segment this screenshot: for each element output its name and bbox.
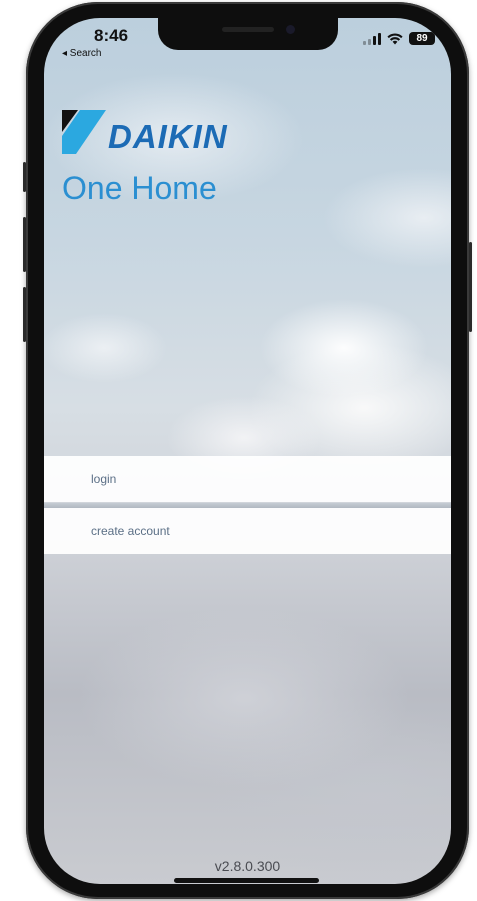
app-screen: 8:46 ◂ Search 89 DAIKIN One Home login c… xyxy=(44,18,451,884)
brand-name: DAIKIN xyxy=(108,118,228,155)
daikin-logo-mark xyxy=(62,110,106,154)
home-indicator[interactable] xyxy=(174,878,319,883)
wifi-icon xyxy=(387,32,403,44)
volume-down-button xyxy=(23,287,26,342)
login-button[interactable]: login xyxy=(44,456,451,502)
camera-notch xyxy=(158,18,338,50)
login-label: login xyxy=(91,472,117,486)
cellular-signal-icon xyxy=(363,32,381,45)
app-version: v2.8.0.300 xyxy=(214,858,281,874)
front-camera xyxy=(286,25,295,34)
battery-icon: 89 xyxy=(409,32,435,45)
back-to-search-link[interactable]: ◂ Search xyxy=(62,48,101,59)
volume-up-button xyxy=(23,217,26,272)
create-account-button[interactable]: create account xyxy=(44,508,451,554)
create-account-label: create account xyxy=(91,524,170,538)
status-indicators: 89 xyxy=(363,32,435,45)
speaker-grille xyxy=(222,27,274,32)
mute-switch xyxy=(23,162,26,192)
status-time: 8:46 xyxy=(94,26,129,45)
side-power-button xyxy=(469,242,472,332)
app-title: One Home xyxy=(62,170,217,206)
